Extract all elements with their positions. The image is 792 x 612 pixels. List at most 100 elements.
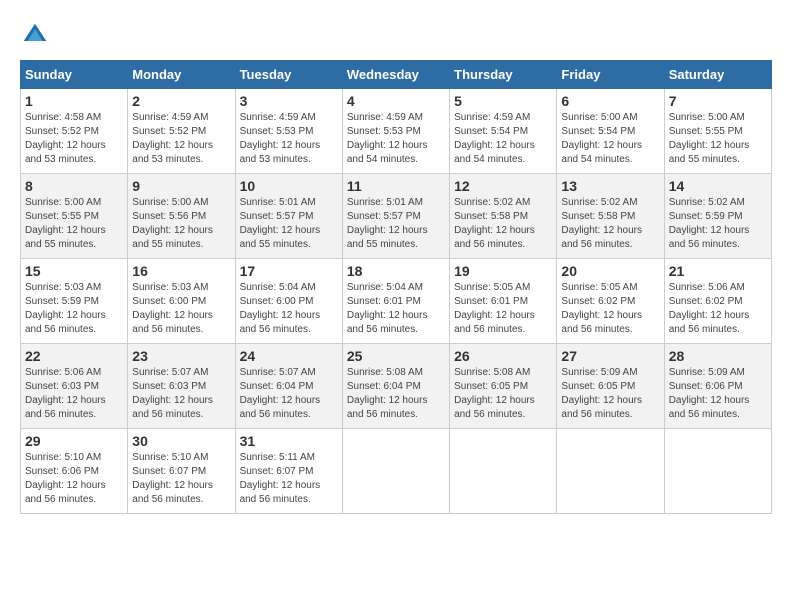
weekday-header-thursday: Thursday	[450, 61, 557, 89]
day-info: Sunrise: 4:59 AM Sunset: 5:54 PM Dayligh…	[454, 111, 552, 167]
week-row-4: 22 Sunrise: 5:06 AM Sunset: 6:03 PM Dayl…	[21, 344, 772, 429]
day-number: 5	[454, 93, 552, 109]
calendar-cell: 15 Sunrise: 5:03 AM Sunset: 5:59 PM Dayl…	[21, 259, 128, 344]
calendar-cell: 28 Sunrise: 5:09 AM Sunset: 6:06 PM Dayl…	[664, 344, 771, 429]
day-number: 3	[240, 93, 338, 109]
day-number: 28	[669, 348, 767, 364]
day-number: 12	[454, 178, 552, 194]
day-number: 18	[347, 263, 445, 279]
day-info: Sunrise: 5:10 AM Sunset: 6:06 PM Dayligh…	[25, 451, 123, 507]
day-number: 11	[347, 178, 445, 194]
weekday-header-monday: Monday	[128, 61, 235, 89]
day-number: 8	[25, 178, 123, 194]
calendar-cell: 12 Sunrise: 5:02 AM Sunset: 5:58 PM Dayl…	[450, 174, 557, 259]
day-info: Sunrise: 5:01 AM Sunset: 5:57 PM Dayligh…	[240, 196, 338, 252]
day-number: 30	[132, 433, 230, 449]
calendar-cell: 18 Sunrise: 5:04 AM Sunset: 6:01 PM Dayl…	[342, 259, 449, 344]
calendar-cell: 6 Sunrise: 5:00 AM Sunset: 5:54 PM Dayli…	[557, 89, 664, 174]
day-number: 31	[240, 433, 338, 449]
calendar-cell: 3 Sunrise: 4:59 AM Sunset: 5:53 PM Dayli…	[235, 89, 342, 174]
calendar-cell	[557, 429, 664, 514]
day-info: Sunrise: 5:06 AM Sunset: 6:03 PM Dayligh…	[25, 366, 123, 422]
day-number: 16	[132, 263, 230, 279]
day-number: 9	[132, 178, 230, 194]
day-info: Sunrise: 5:02 AM Sunset: 5:58 PM Dayligh…	[561, 196, 659, 252]
day-number: 15	[25, 263, 123, 279]
calendar-cell: 19 Sunrise: 5:05 AM Sunset: 6:01 PM Dayl…	[450, 259, 557, 344]
day-number: 23	[132, 348, 230, 364]
day-info: Sunrise: 4:59 AM Sunset: 5:52 PM Dayligh…	[132, 111, 230, 167]
weekday-header-tuesday: Tuesday	[235, 61, 342, 89]
calendar-cell: 14 Sunrise: 5:02 AM Sunset: 5:59 PM Dayl…	[664, 174, 771, 259]
calendar-cell: 31 Sunrise: 5:11 AM Sunset: 6:07 PM Dayl…	[235, 429, 342, 514]
day-info: Sunrise: 5:00 AM Sunset: 5:55 PM Dayligh…	[25, 196, 123, 252]
day-number: 24	[240, 348, 338, 364]
calendar-table: SundayMondayTuesdayWednesdayThursdayFrid…	[20, 60, 772, 514]
day-number: 1	[25, 93, 123, 109]
week-row-2: 8 Sunrise: 5:00 AM Sunset: 5:55 PM Dayli…	[21, 174, 772, 259]
calendar-cell: 27 Sunrise: 5:09 AM Sunset: 6:05 PM Dayl…	[557, 344, 664, 429]
day-number: 29	[25, 433, 123, 449]
header	[20, 20, 772, 50]
calendar-cell: 21 Sunrise: 5:06 AM Sunset: 6:02 PM Dayl…	[664, 259, 771, 344]
logo-icon	[20, 20, 50, 50]
calendar-cell: 4 Sunrise: 4:59 AM Sunset: 5:53 PM Dayli…	[342, 89, 449, 174]
calendar-cell: 8 Sunrise: 5:00 AM Sunset: 5:55 PM Dayli…	[21, 174, 128, 259]
day-info: Sunrise: 5:00 AM Sunset: 5:55 PM Dayligh…	[669, 111, 767, 167]
weekday-header-row: SundayMondayTuesdayWednesdayThursdayFrid…	[21, 61, 772, 89]
week-row-3: 15 Sunrise: 5:03 AM Sunset: 5:59 PM Dayl…	[21, 259, 772, 344]
day-info: Sunrise: 5:05 AM Sunset: 6:02 PM Dayligh…	[561, 281, 659, 337]
day-info: Sunrise: 5:03 AM Sunset: 5:59 PM Dayligh…	[25, 281, 123, 337]
day-number: 14	[669, 178, 767, 194]
day-number: 21	[669, 263, 767, 279]
calendar-cell: 24 Sunrise: 5:07 AM Sunset: 6:04 PM Dayl…	[235, 344, 342, 429]
calendar-cell: 9 Sunrise: 5:00 AM Sunset: 5:56 PM Dayli…	[128, 174, 235, 259]
day-info: Sunrise: 5:08 AM Sunset: 6:05 PM Dayligh…	[454, 366, 552, 422]
day-info: Sunrise: 5:10 AM Sunset: 6:07 PM Dayligh…	[132, 451, 230, 507]
calendar-cell: 10 Sunrise: 5:01 AM Sunset: 5:57 PM Dayl…	[235, 174, 342, 259]
weekday-header-saturday: Saturday	[664, 61, 771, 89]
day-info: Sunrise: 5:08 AM Sunset: 6:04 PM Dayligh…	[347, 366, 445, 422]
day-number: 2	[132, 93, 230, 109]
weekday-header-wednesday: Wednesday	[342, 61, 449, 89]
calendar-cell: 25 Sunrise: 5:08 AM Sunset: 6:04 PM Dayl…	[342, 344, 449, 429]
calendar-cell: 2 Sunrise: 4:59 AM Sunset: 5:52 PM Dayli…	[128, 89, 235, 174]
calendar-cell: 7 Sunrise: 5:00 AM Sunset: 5:55 PM Dayli…	[664, 89, 771, 174]
day-info: Sunrise: 5:03 AM Sunset: 6:00 PM Dayligh…	[132, 281, 230, 337]
day-number: 27	[561, 348, 659, 364]
day-number: 4	[347, 93, 445, 109]
day-info: Sunrise: 5:02 AM Sunset: 5:59 PM Dayligh…	[669, 196, 767, 252]
day-info: Sunrise: 5:02 AM Sunset: 5:58 PM Dayligh…	[454, 196, 552, 252]
day-info: Sunrise: 5:01 AM Sunset: 5:57 PM Dayligh…	[347, 196, 445, 252]
day-number: 17	[240, 263, 338, 279]
day-info: Sunrise: 5:04 AM Sunset: 6:00 PM Dayligh…	[240, 281, 338, 337]
weekday-header-sunday: Sunday	[21, 61, 128, 89]
day-info: Sunrise: 5:11 AM Sunset: 6:07 PM Dayligh…	[240, 451, 338, 507]
calendar-cell: 11 Sunrise: 5:01 AM Sunset: 5:57 PM Dayl…	[342, 174, 449, 259]
day-info: Sunrise: 5:07 AM Sunset: 6:03 PM Dayligh…	[132, 366, 230, 422]
calendar-cell: 1 Sunrise: 4:58 AM Sunset: 5:52 PM Dayli…	[21, 89, 128, 174]
day-number: 22	[25, 348, 123, 364]
day-number: 7	[669, 93, 767, 109]
day-info: Sunrise: 4:58 AM Sunset: 5:52 PM Dayligh…	[25, 111, 123, 167]
calendar-cell: 29 Sunrise: 5:10 AM Sunset: 6:06 PM Dayl…	[21, 429, 128, 514]
day-info: Sunrise: 5:06 AM Sunset: 6:02 PM Dayligh…	[669, 281, 767, 337]
day-info: Sunrise: 4:59 AM Sunset: 5:53 PM Dayligh…	[347, 111, 445, 167]
week-row-1: 1 Sunrise: 4:58 AM Sunset: 5:52 PM Dayli…	[21, 89, 772, 174]
calendar-cell: 30 Sunrise: 5:10 AM Sunset: 6:07 PM Dayl…	[128, 429, 235, 514]
day-info: Sunrise: 5:04 AM Sunset: 6:01 PM Dayligh…	[347, 281, 445, 337]
day-number: 19	[454, 263, 552, 279]
day-number: 20	[561, 263, 659, 279]
calendar-cell: 20 Sunrise: 5:05 AM Sunset: 6:02 PM Dayl…	[557, 259, 664, 344]
calendar-cell: 17 Sunrise: 5:04 AM Sunset: 6:00 PM Dayl…	[235, 259, 342, 344]
logo	[20, 20, 54, 50]
day-info: Sunrise: 5:00 AM Sunset: 5:54 PM Dayligh…	[561, 111, 659, 167]
day-number: 6	[561, 93, 659, 109]
calendar-cell	[664, 429, 771, 514]
weekday-header-friday: Friday	[557, 61, 664, 89]
day-number: 26	[454, 348, 552, 364]
calendar-cell	[450, 429, 557, 514]
calendar-cell	[342, 429, 449, 514]
calendar-cell: 13 Sunrise: 5:02 AM Sunset: 5:58 PM Dayl…	[557, 174, 664, 259]
calendar-cell: 16 Sunrise: 5:03 AM Sunset: 6:00 PM Dayl…	[128, 259, 235, 344]
